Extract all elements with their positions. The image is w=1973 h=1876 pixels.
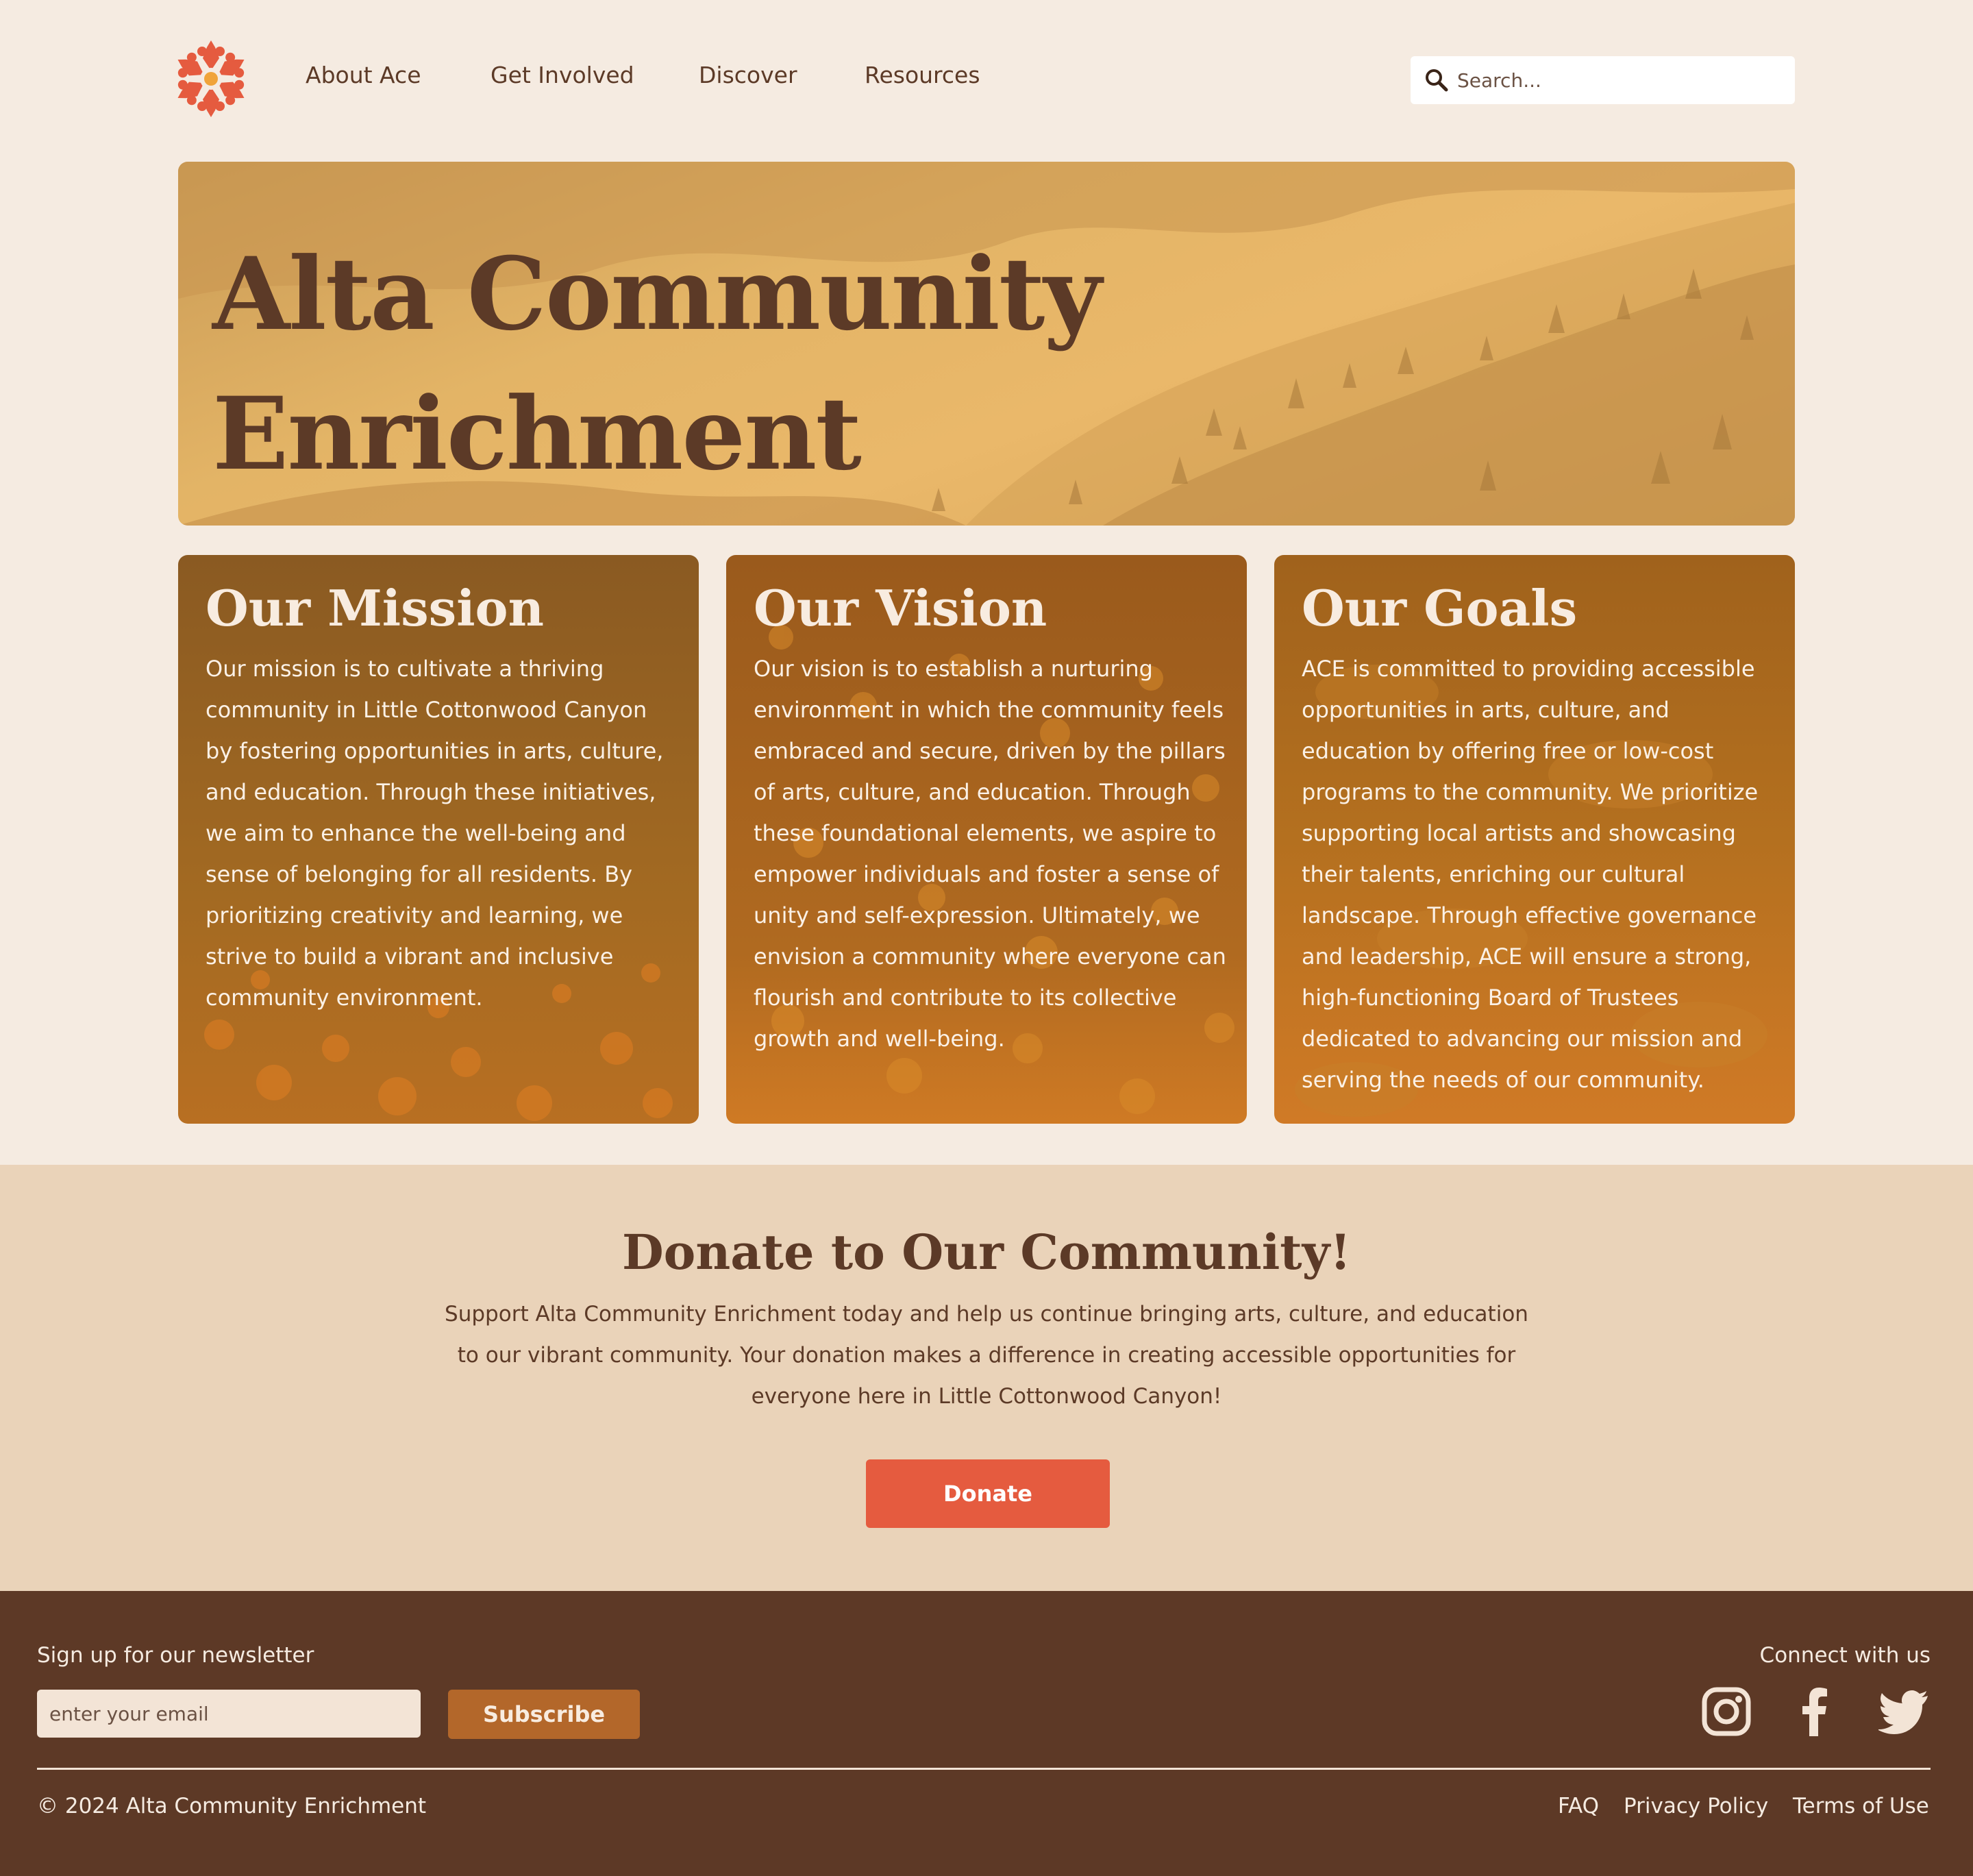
mission-text: Our mission is to cultivate a thriving c… bbox=[206, 656, 664, 1011]
connect-label: Connect with us bbox=[1759, 1643, 1931, 1668]
vision-card: Our Vision Our vision is to establish a … bbox=[726, 555, 1247, 1124]
instagram-icon[interactable] bbox=[1700, 1686, 1752, 1738]
mission-card: Our Mission Our mission is to cultivate … bbox=[178, 555, 699, 1124]
vision-title: Our Vision bbox=[754, 579, 1047, 637]
facebook-icon[interactable] bbox=[1789, 1686, 1841, 1738]
newsletter-label: Sign up for our newsletter bbox=[37, 1643, 314, 1668]
nav-get-involved[interactable]: Get Involved bbox=[491, 62, 634, 88]
footer-link-privacy-policy[interactable]: Privacy Policy bbox=[1624, 1794, 1768, 1818]
donate-button[interactable]: Donate bbox=[866, 1459, 1110, 1528]
copyright-text: © 2024 Alta Community Enrichment bbox=[37, 1794, 427, 1818]
donate-description: Support Alta Community Enrichment today … bbox=[445, 1302, 1528, 1409]
goals-title: Our Goals bbox=[1302, 579, 1578, 637]
goals-card: Our Goals ACE is committed to providing … bbox=[1274, 555, 1795, 1124]
site-footer: Sign up for our newsletter Subscribe Con… bbox=[0, 1591, 1973, 1876]
mission-title: Our Mission bbox=[206, 579, 544, 637]
hero-banner: Alta Community Enrichment bbox=[178, 162, 1795, 526]
nav-about-ace[interactable]: About Ace bbox=[306, 62, 421, 88]
subscribe-button[interactable]: Subscribe bbox=[448, 1690, 640, 1739]
nav-discover[interactable]: Discover bbox=[699, 62, 797, 88]
goals-text: ACE is committed to providing accessible… bbox=[1302, 656, 1759, 1093]
donate-title: Donate to Our Community! bbox=[621, 1224, 1352, 1281]
search-icon[interactable] bbox=[1424, 68, 1449, 92]
hero-title-line-2: Enrichment bbox=[212, 375, 862, 493]
search-input[interactable] bbox=[1457, 56, 1786, 104]
nav-resources[interactable]: Resources bbox=[865, 62, 980, 88]
hero-title: Alta Community Enrichment bbox=[212, 225, 1171, 504]
vision-text: Our vision is to establish a nurturing e… bbox=[754, 656, 1226, 1052]
hero-title-line-1: Alta Community bbox=[212, 236, 1102, 353]
site-header: About Ace Get Involved Discover Resource… bbox=[0, 0, 1973, 159]
search-box bbox=[1411, 56, 1795, 104]
footer-link-terms-of-use[interactable]: Terms of Use bbox=[1793, 1794, 1929, 1818]
twitter-icon[interactable] bbox=[1878, 1686, 1931, 1738]
donate-section: Donate to Our Community! Support Alta Co… bbox=[0, 1165, 1973, 1591]
footer-divider bbox=[37, 1768, 1931, 1770]
footer-link-faq[interactable]: FAQ bbox=[1558, 1794, 1599, 1818]
email-field[interactable] bbox=[37, 1690, 421, 1738]
ace-snowflake-logo[interactable] bbox=[175, 40, 247, 118]
